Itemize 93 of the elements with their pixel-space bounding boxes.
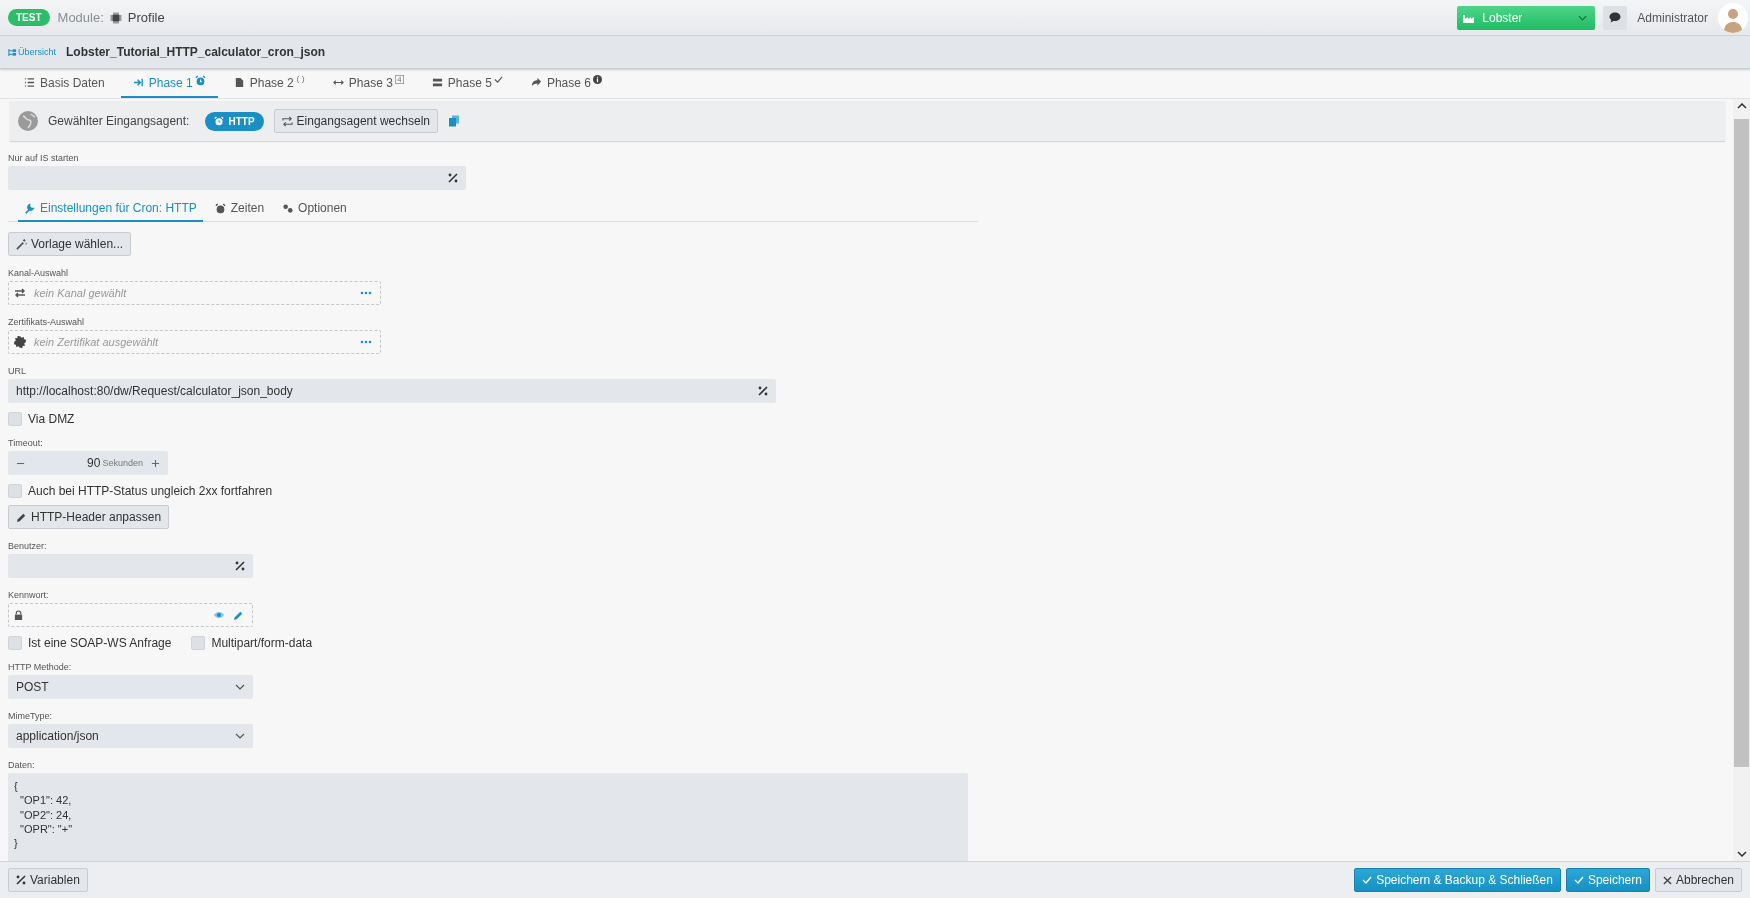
agent-chip: HTTP xyxy=(205,111,264,131)
list-icon xyxy=(24,77,35,88)
password-field[interactable] xyxy=(8,603,253,627)
user-field[interactable] xyxy=(8,554,253,578)
is-start-field[interactable] xyxy=(8,166,466,190)
field-label: Zertifikats-Auswahl xyxy=(8,317,85,327)
template-button[interactable]: Vorlage wählen... xyxy=(8,232,132,256)
double-arrow-icon xyxy=(332,77,344,88)
pencil-icon xyxy=(16,511,27,523)
chevron-down-icon xyxy=(235,684,245,690)
scroll-up-icon[interactable] xyxy=(1736,103,1747,109)
info-icon xyxy=(592,75,602,84)
field-label: Kanal-Auswahl xyxy=(8,268,69,278)
scrollbar[interactable] xyxy=(1733,99,1750,861)
profile-title: Lobster_Tutorial_HTTP_calculator_cron_json xyxy=(66,45,326,59)
field-label: Benutzer: xyxy=(8,541,47,551)
check-icon xyxy=(1362,875,1373,885)
swap-arrows-icon xyxy=(14,287,26,299)
check-icon xyxy=(1573,875,1584,885)
environment-badge: TEST xyxy=(8,9,50,26)
variable-icon[interactable] xyxy=(758,386,768,396)
user-name: Administrator xyxy=(1637,10,1708,25)
tab[interactable]: Phase 5 xyxy=(419,69,515,98)
chevron-down-icon xyxy=(235,733,245,739)
variable-icon[interactable] xyxy=(448,173,458,183)
more-icon[interactable] xyxy=(360,340,372,344)
alarm-clock-icon xyxy=(214,202,226,214)
braces-icon xyxy=(295,75,305,84)
wrench-icon xyxy=(24,202,35,214)
field-label: Kennwort: xyxy=(8,590,49,600)
magic-wand-icon xyxy=(16,238,27,250)
gears-icon xyxy=(282,202,294,214)
eye-icon[interactable] xyxy=(213,610,225,620)
checkbox-label: Ist eine SOAP-WS Anfrage xyxy=(28,636,172,650)
method-select[interactable]: POST xyxy=(8,675,253,699)
boxed-digit-icon xyxy=(394,75,404,84)
field-label: MimeType: xyxy=(8,711,52,721)
document-icon xyxy=(233,77,245,88)
certificate-seal-icon xyxy=(14,336,26,348)
tab[interactable]: Phase 3 xyxy=(320,69,416,98)
checkbox-label: Via DMZ xyxy=(28,412,75,426)
chip-icon xyxy=(109,11,122,24)
checkbox[interactable] xyxy=(8,412,22,426)
stack-icon xyxy=(431,77,443,88)
close-icon xyxy=(1662,875,1672,885)
share-arrow-icon xyxy=(530,77,542,88)
tab[interactable]: Phase 2 xyxy=(221,69,317,98)
more-icon[interactable] xyxy=(360,291,372,295)
tab[interactable]: Basis Daten xyxy=(12,69,117,98)
mime-type-select[interactable]: application/json xyxy=(8,724,253,748)
variable-icon xyxy=(16,875,26,885)
variables-button[interactable]: Variablen xyxy=(8,868,88,892)
arrow-to-line-icon xyxy=(132,77,144,88)
scroll-down-icon[interactable] xyxy=(1736,851,1747,857)
alarm-clock-icon xyxy=(214,116,225,126)
lock-icon xyxy=(14,609,23,621)
data-field[interactable]: { "OP1": 42, "OP2": 24, "OPR": "+" } xyxy=(8,773,968,861)
speech-bubble-icon xyxy=(1609,12,1622,23)
copy-icon[interactable] xyxy=(448,115,460,127)
sub-tab[interactable]: Zeiten xyxy=(208,197,271,222)
globe-icon xyxy=(18,111,38,131)
switch-agent-button[interactable]: Eingangsagent wechseln xyxy=(273,109,438,133)
agent-label: Gewählter Eingangsagent: xyxy=(48,114,190,128)
variable-icon[interactable] xyxy=(235,561,245,571)
checkbox[interactable] xyxy=(8,484,22,498)
plus-icon[interactable] xyxy=(151,458,160,468)
chevron-down-icon xyxy=(1578,14,1588,21)
cancel-button[interactable]: Abbrechen xyxy=(1654,868,1742,892)
pencil-icon[interactable] xyxy=(233,609,244,621)
checkbox[interactable] xyxy=(8,636,22,650)
alarm-clock-icon xyxy=(194,75,206,86)
swap-arrows-icon xyxy=(281,115,293,127)
sitemap-icon xyxy=(8,47,17,57)
chat-button[interactable] xyxy=(1603,5,1628,30)
field-label: Daten: xyxy=(8,760,35,770)
check-icon xyxy=(493,75,503,84)
http-header-button[interactable]: HTTP-Header anpassen xyxy=(8,505,170,529)
field-label: URL xyxy=(8,366,26,376)
sub-tab[interactable]: Optionen xyxy=(276,197,353,222)
module-label: Module: xyxy=(57,10,104,25)
field-label: HTTP Methode: xyxy=(8,662,72,672)
factory-icon xyxy=(1463,12,1476,23)
field-label: Timeout: xyxy=(8,438,43,448)
url-field[interactable]: http://localhost:80/dw/Request/calculator_json_body xyxy=(8,379,776,403)
checkbox[interactable] xyxy=(191,636,206,650)
module-name: Profile xyxy=(127,10,165,25)
field-label: Nur auf IS starten xyxy=(8,153,79,163)
avatar[interactable] xyxy=(1718,2,1748,33)
checkbox-label: Auch bei HTTP-Status ungleich 2xx fortfahren xyxy=(28,484,273,498)
timeout-stepper[interactable]: 90 Sekunden xyxy=(8,451,168,475)
sub-tab[interactable]: Einstellungen für Cron: HTTP xyxy=(18,197,203,222)
checkbox-label: Multipart/form-data xyxy=(211,636,313,650)
tab[interactable]: Phase 6 xyxy=(518,69,614,98)
